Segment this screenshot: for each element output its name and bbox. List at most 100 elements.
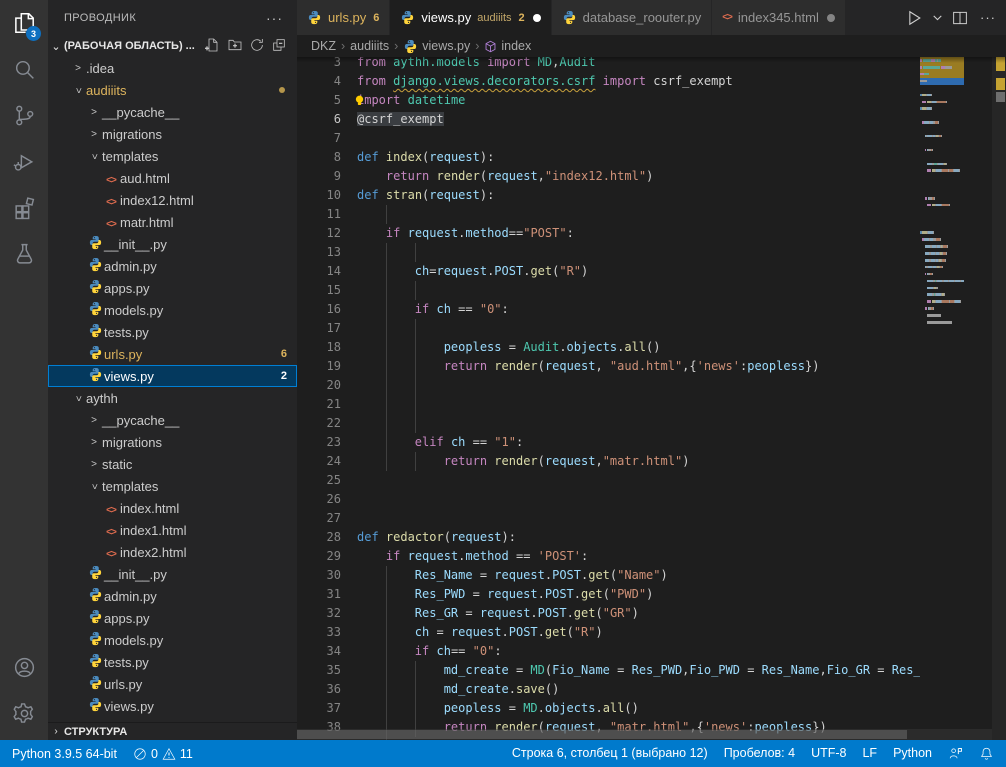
tree-item-aythh[interactable]: >aythh (48, 387, 297, 409)
tree-item-label: migrations (102, 127, 162, 142)
dirty-indicator-icon[interactable] (827, 14, 835, 22)
tree-item-static[interactable]: >static (48, 453, 297, 475)
tab-database-roouter-py[interactable]: database_roouter.py (552, 0, 713, 35)
tree-item-urls-py[interactable]: urls.py (48, 673, 297, 695)
tab-label: views.py (421, 10, 471, 25)
tree-item-views-py[interactable]: views.py2 (48, 365, 297, 387)
status-cursor-position[interactable]: Строка 6, столбец 1 (выбрано 12) (504, 746, 716, 760)
breadcrumb-item-index[interactable]: index (484, 39, 531, 53)
tree-item-index1-html[interactable]: <>index1.html (48, 519, 297, 541)
editor-surface[interactable]: 3from aythh.models import MD,Audit4from … (297, 57, 1006, 740)
tree-item-urls-py[interactable]: urls.py6 (48, 343, 297, 365)
dirty-indicator-icon[interactable] (533, 14, 541, 22)
tree-item-apps-py[interactable]: apps.py (48, 277, 297, 299)
tree-item-label: migrations (102, 435, 162, 450)
breadcrumb-item-dkz[interactable]: DKZ (311, 39, 336, 53)
lightbulb-icon[interactable] (353, 94, 366, 113)
tree-item-models-py[interactable]: models.py (48, 299, 297, 321)
explorer-more-actions-icon[interactable]: ··· (266, 10, 283, 26)
status-feedback[interactable] (940, 746, 971, 761)
workspace-label: (РАБОЧАЯ ОБЛАСТЬ) ... (64, 40, 195, 52)
tree-item-index2-html[interactable]: <>index2.html (48, 541, 297, 563)
activity-extensions-icon[interactable] (0, 184, 48, 230)
breadcrumb-item-audiiits[interactable]: audiiits (350, 39, 389, 53)
line-number: 35 (297, 661, 341, 680)
python-file-icon (86, 565, 104, 583)
refresh-icon[interactable] (249, 37, 265, 56)
minimap-row (920, 119, 964, 126)
code-line-28: 28def redactor(request): (297, 528, 920, 547)
activity-source-control-icon[interactable] (0, 92, 48, 138)
tree-item-templates[interactable]: >templates (48, 145, 297, 167)
code-line-26: 26 (297, 490, 920, 509)
tree-item--init-py[interactable]: __init__.py (48, 563, 297, 585)
tree-item-views-py[interactable]: views.py (48, 695, 297, 717)
tree-item--init-py[interactable]: __init__.py (48, 233, 297, 255)
activity-search-icon[interactable] (0, 46, 48, 92)
tree-item--pycache-[interactable]: >__pycache__ (48, 101, 297, 123)
tree-item-tests-py[interactable]: tests.py (48, 321, 297, 343)
vertical-scrollbar[interactable] (992, 57, 1006, 740)
activity-testing-icon[interactable] (0, 230, 48, 276)
activity-settings-icon[interactable] (0, 690, 48, 736)
tree-item-admin-py[interactable]: admin.py (48, 255, 297, 277)
tab-index345-html[interactable]: <>index345.html (712, 0, 846, 35)
tree-item-models-py[interactable]: models.py (48, 629, 297, 651)
status-encoding[interactable]: UTF-8 (803, 746, 854, 760)
line-number: 33 (297, 623, 341, 642)
run-python-file-icon[interactable] (902, 6, 926, 30)
activity-run-debug-icon[interactable] (0, 138, 48, 184)
status-problems[interactable]: 011 (125, 747, 201, 761)
minimap-row (920, 64, 964, 71)
tree-item--pycache-[interactable]: >__pycache__ (48, 409, 297, 431)
tree-item-migrations[interactable]: >migrations (48, 431, 297, 453)
status-eol[interactable]: LF (854, 746, 885, 760)
minimap[interactable] (920, 57, 964, 740)
new-folder-icon[interactable] (227, 37, 243, 56)
tree-item-label: tests.py (104, 325, 149, 340)
status-notifications[interactable] (971, 746, 1002, 761)
split-editor-icon[interactable] (948, 6, 972, 30)
outline-section-header[interactable]: › СТРУКТУРА (48, 722, 297, 740)
breadcrumb-item-views-py[interactable]: views.py (403, 39, 470, 54)
tree-item-matr-html[interactable]: <>matr.html (48, 211, 297, 233)
tree-item-index12-html[interactable]: <>index12.html (48, 189, 297, 211)
code-line-23: 23 elif ch == "1": (297, 433, 920, 452)
collapse-all-icon[interactable] (271, 37, 287, 56)
tab-urls-py[interactable]: urls.py6 (297, 0, 390, 35)
minimap-row (920, 91, 964, 98)
indent-guide (386, 243, 387, 262)
new-file-icon[interactable] (205, 37, 221, 56)
tree-item-tests-py[interactable]: tests.py (48, 651, 297, 673)
tree-item-migrations[interactable]: >migrations (48, 123, 297, 145)
tree-item-audiiits[interactable]: >audiiits (48, 79, 297, 101)
python-file-icon (86, 631, 104, 649)
more-actions-button[interactable]: ··· (976, 6, 1000, 30)
tab-description: audiiits (477, 12, 511, 24)
python-file-icon (86, 301, 104, 319)
minimap-row (920, 98, 964, 105)
tree-item-admin-py[interactable]: admin.py (48, 585, 297, 607)
code-line-37: 37 peopless = MD.objects.all() (297, 699, 920, 718)
horizontal-scrollbar[interactable] (297, 729, 992, 740)
status-indentation[interactable]: Пробелов: 4 (716, 746, 803, 760)
chevron-down-icon: > (89, 478, 100, 494)
horizontal-scrollbar-thumb[interactable] (297, 730, 907, 739)
tab-views-py[interactable]: views.pyaudiiits2 (390, 0, 551, 35)
tree-item-aud-html[interactable]: <>aud.html (48, 167, 297, 189)
workspace-section-header[interactable]: ⌄ (РАБОЧАЯ ОБЛАСТЬ) ... (48, 35, 297, 57)
tree-item-label: templates (102, 479, 158, 494)
indent-guide (415, 319, 416, 338)
run-dropdown-icon[interactable] (930, 6, 944, 30)
code-text: Res_PWD = request.POST.get("PWD") (357, 585, 653, 604)
activity-account-icon[interactable] (0, 644, 48, 690)
status-python-interpreter[interactable]: Python 3.9.5 64-bit (4, 747, 125, 761)
tree-item--idea[interactable]: >.idea (48, 57, 297, 79)
tree-item-apps-py[interactable]: apps.py (48, 607, 297, 629)
tree-item-index-html[interactable]: <>index.html (48, 497, 297, 519)
tree-item-templates[interactable]: >templates (48, 475, 297, 497)
minimap-row (920, 215, 964, 222)
minimap-row (920, 209, 964, 216)
activity-explorer-icon[interactable]: 3 (0, 0, 48, 46)
status-language-mode[interactable]: Python (885, 746, 940, 760)
